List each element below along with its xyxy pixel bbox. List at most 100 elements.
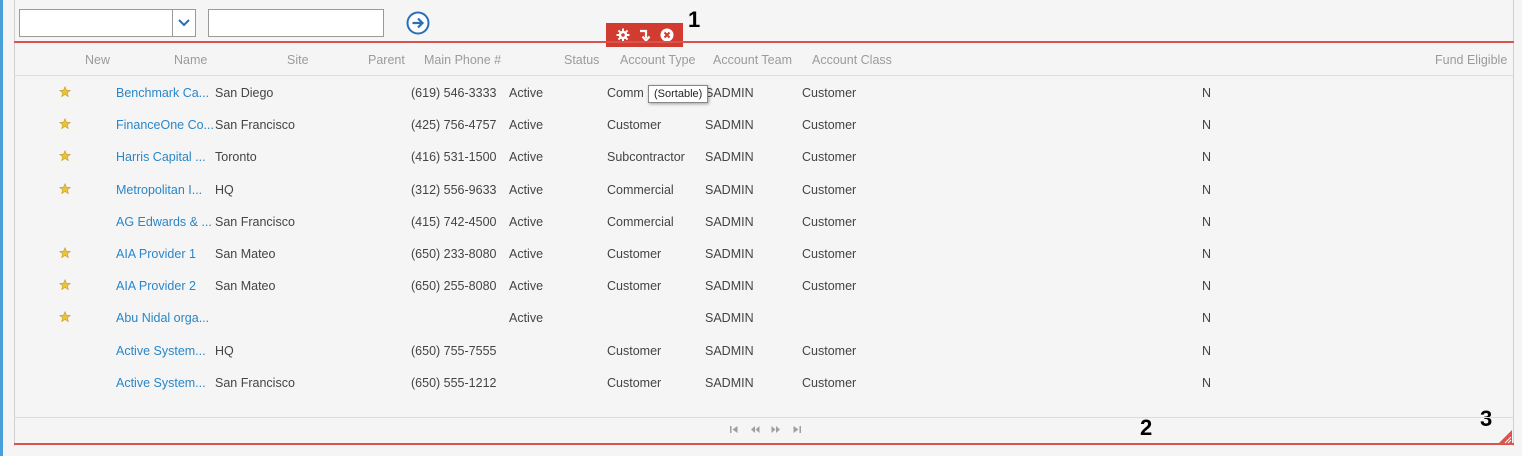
cell-account-team: SADMIN	[705, 86, 754, 100]
cell-main-phone: (312) 556-9633	[411, 182, 497, 197]
applet-toolbar	[606, 23, 683, 47]
pager	[729, 425, 802, 434]
cell-name[interactable]: Active System...	[116, 376, 206, 390]
cell-site: San Francisco	[215, 375, 295, 390]
column-header-parent[interactable]: Parent	[368, 53, 405, 67]
star-icon	[59, 182, 71, 194]
column-header-account-team[interactable]: Account Team	[713, 53, 792, 67]
first-page-icon[interactable]	[729, 425, 739, 434]
cell-name[interactable]: Metropolitan I...	[116, 183, 202, 197]
table-row[interactable]: Harris Capital ... Toronto (416) 531-1500 A…	[14, 142, 1513, 174]
next-page-icon[interactable]	[771, 425, 781, 434]
cell-status: Active	[509, 150, 544, 165]
query-select[interactable]	[19, 9, 196, 37]
cell-name[interactable]: AIA Provider 1	[116, 247, 196, 261]
table-row[interactable]: FinanceOne Co... San Francisco (425) 756-4…	[14, 110, 1513, 142]
close-circle-icon[interactable]	[660, 28, 674, 42]
column-header-account-class[interactable]: Account Class	[812, 53, 892, 67]
sortable-tooltip: (Sortable)	[648, 85, 709, 103]
table-row[interactable]: Metropolitan I... HQ (312) 556-9633 Active C…	[14, 175, 1513, 207]
window-frame-left	[0, 0, 3, 456]
cell-name[interactable]: AIA Provider 2	[116, 279, 196, 293]
cell-account-team: SADMIN	[705, 375, 754, 390]
go-button[interactable]	[406, 11, 430, 35]
table-row[interactable]: Active System... San Francisco (650) 555-1…	[14, 368, 1513, 400]
cell-status: Active	[509, 247, 544, 261]
cell-account-class: Customer	[802, 86, 857, 100]
cell-account-team: SADMIN	[705, 247, 754, 261]
cell-fund-eligible: N	[1202, 118, 1212, 133]
column-header-site[interactable]: Site	[287, 53, 309, 67]
column-header-status[interactable]: Status	[564, 53, 599, 67]
cell-name[interactable]: Harris Capital ...	[116, 150, 206, 164]
cell-main-phone: (619) 546-3333	[411, 86, 497, 100]
cell-fund-eligible: N	[1202, 375, 1212, 390]
cell-name[interactable]: AG Edwards & ...	[116, 215, 212, 229]
column-header-fund-eligible[interactable]: Fund Eligible	[1435, 53, 1507, 67]
last-page-icon[interactable]	[792, 425, 802, 434]
cell-status: Active	[509, 118, 544, 133]
cell-account-class: Customer	[802, 118, 857, 133]
cell-account-type: Customer	[607, 375, 662, 390]
table-row[interactable]: AIA Provider 2 San Mateo (650) 255-8080 Act…	[14, 271, 1513, 303]
table-row[interactable]: Benchmark Ca... San Diego (619) 546-3333 Ac…	[14, 78, 1513, 110]
cell-site: HQ	[215, 343, 234, 358]
cell-site: San Diego	[215, 86, 274, 100]
cell-account-type: Customer	[607, 118, 662, 133]
previous-page-icon[interactable]	[750, 425, 760, 434]
cell-account-team: SADMIN	[705, 182, 754, 197]
cell-name[interactable]: Abu Nidal orga...	[116, 311, 209, 325]
column-header-main-phone[interactable]: Main Phone #	[424, 53, 501, 67]
cell-fund-eligible: N	[1202, 343, 1212, 358]
cell-account-type: Comm	[607, 86, 644, 100]
callout-marker-2: 2	[1140, 415, 1153, 440]
cell-name[interactable]: FinanceOne Co...	[116, 118, 214, 132]
cell-account-team: SADMIN	[705, 279, 754, 294]
table-row[interactable]: Abu Nidal orga... Active SADMIN N	[14, 303, 1513, 335]
cell-site: Toronto	[215, 150, 257, 165]
cell-main-phone: (415) 742-4500	[411, 214, 497, 229]
cell-fund-eligible: N	[1202, 214, 1212, 229]
column-header-new[interactable]: New	[85, 53, 110, 67]
chevron-down-icon	[178, 19, 190, 27]
dropdown-button[interactable]	[172, 10, 195, 36]
column-header-account-type[interactable]: Account Type	[620, 53, 696, 67]
cell-account-class: Customer	[802, 279, 857, 294]
star-icon	[59, 311, 71, 323]
cell-main-phone: (416) 531-1500	[411, 150, 497, 165]
cell-account-class: Customer	[802, 247, 857, 261]
cell-fund-eligible: N	[1202, 150, 1212, 165]
star-icon	[59, 118, 71, 130]
column-header-name[interactable]: Name	[174, 53, 207, 67]
cell-account-team: SADMIN	[705, 214, 754, 229]
cell-status: Active	[509, 86, 544, 100]
table-row[interactable]: Active System... HQ (650) 755-7555 Customer…	[14, 336, 1513, 368]
cell-account-team: SADMIN	[705, 118, 754, 133]
cell-account-class: Customer	[802, 214, 857, 229]
gear-icon[interactable]	[616, 28, 630, 42]
applet-bottom-border	[14, 443, 1514, 445]
arrow-down-right-icon[interactable]	[639, 28, 651, 42]
cell-status: Active	[509, 214, 544, 229]
cell-main-phone: (650) 233-8080	[411, 247, 497, 261]
cell-account-class: Customer	[802, 182, 857, 197]
cell-fund-eligible: N	[1202, 86, 1212, 100]
table-row[interactable]: AG Edwards & ... San Francisco (415) 742-4…	[14, 207, 1513, 239]
cell-name[interactable]: Benchmark Ca...	[116, 86, 209, 100]
cell-site: San Francisco	[215, 118, 295, 133]
star-icon	[59, 86, 71, 98]
star-icon	[59, 247, 71, 259]
cell-site: San Mateo	[215, 247, 276, 261]
cell-status: Active	[509, 279, 544, 294]
resize-handle-icon[interactable]	[1496, 428, 1512, 444]
cell-account-type: Subcontractor	[607, 150, 685, 165]
cell-account-team: SADMIN	[705, 150, 754, 165]
cell-account-type: Commercial	[607, 182, 674, 197]
cell-name[interactable]: Active System...	[116, 344, 206, 358]
query-text-input[interactable]	[208, 9, 384, 37]
table-row[interactable]: AIA Provider 1 San Mateo (650) 233-8080 Act…	[14, 239, 1513, 271]
cell-status: Active	[509, 311, 544, 326]
cell-main-phone: (650) 755-7555	[411, 343, 497, 358]
applet-border-right	[1513, 0, 1514, 446]
star-icon	[59, 150, 71, 162]
